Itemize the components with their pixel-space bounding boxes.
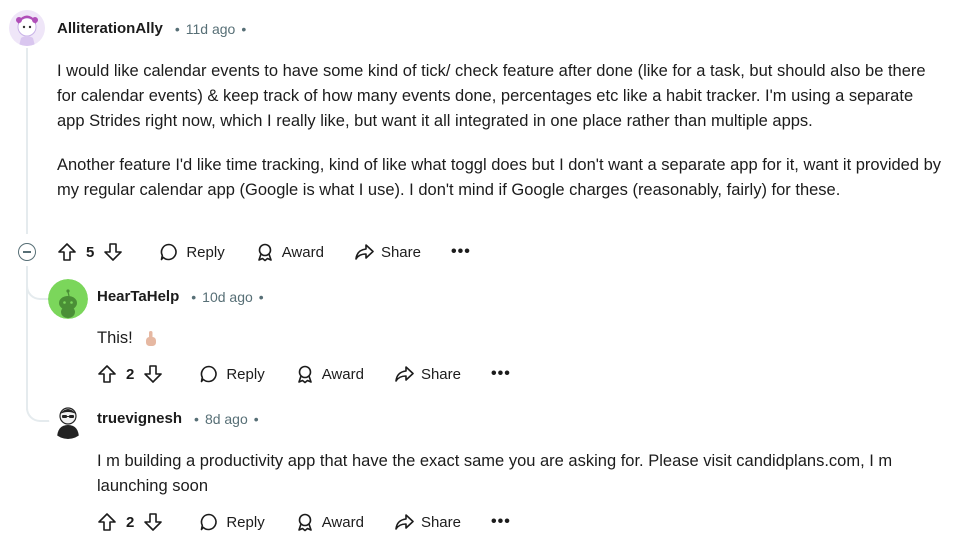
downvote-icon[interactable]	[143, 364, 163, 384]
comment-paragraph: Another feature I'd like time tracking, …	[57, 156, 942, 199]
separator: •	[191, 288, 197, 305]
share-label: Share	[380, 243, 421, 261]
more-options-icon: •••	[450, 243, 471, 260]
share-button[interactable]: Share	[394, 364, 461, 384]
award-button[interactable]: Award	[295, 364, 364, 384]
comment-paragraph: I would like calendar events to have som…	[57, 62, 926, 130]
vote-count: 2	[126, 365, 135, 383]
comment-text: I m building a productivity app that hav…	[97, 452, 893, 495]
reply-label: Reply	[186, 243, 225, 261]
reply-bubble-icon	[161, 243, 178, 261]
thread-line-main	[26, 48, 28, 234]
separator: •	[174, 20, 180, 37]
comment-actions: 2 Reply Award Share •••	[97, 506, 541, 538]
upvote-icon[interactable]	[97, 512, 117, 532]
username[interactable]: AlliterationAlly	[57, 20, 163, 37]
reply-label: Reply	[226, 513, 265, 531]
more-options-button[interactable]: •••	[491, 365, 511, 383]
award-label: Award	[321, 513, 364, 531]
avatar-heartahelp-icon	[48, 279, 88, 319]
more-options-button[interactable]: •••	[451, 243, 471, 261]
share-label: Share	[420, 513, 461, 531]
comment-body: I would like calendar events to have som…	[57, 59, 942, 203]
share-arrow-icon	[355, 244, 374, 260]
reply-button[interactable]: Reply	[199, 512, 265, 532]
timestamp[interactable]: 11d ago	[186, 21, 236, 37]
comment-header: HearTaHelp • 10d ago •	[97, 288, 264, 305]
comment-text: This!	[97, 329, 133, 347]
username[interactable]: truevignesh	[97, 410, 182, 427]
vote-controls: 2	[97, 364, 163, 384]
more-options-button[interactable]: •••	[491, 513, 511, 531]
downvote-icon[interactable]	[103, 242, 123, 262]
avatar[interactable]	[49, 401, 87, 439]
reply-bubble-icon	[201, 513, 218, 531]
pointing-finger-emoji-icon	[146, 330, 157, 346]
separator: •	[258, 288, 264, 305]
award-icon	[257, 243, 272, 262]
reply-bubble-icon	[201, 365, 218, 383]
comment-header: truevignesh • 8d ago •	[97, 410, 259, 427]
reply-button[interactable]: Reply	[159, 242, 225, 262]
share-button[interactable]: Share	[354, 242, 421, 262]
award-label: Award	[281, 243, 324, 261]
username[interactable]: HearTaHelp	[97, 288, 179, 305]
upvote-icon[interactable]	[97, 364, 117, 384]
comment-header: AlliterationAlly • 11d ago •	[57, 20, 246, 37]
share-arrow-icon	[395, 366, 414, 382]
award-label: Award	[321, 365, 364, 383]
collapse-thread-button[interactable]	[18, 243, 36, 261]
vote-count: 2	[126, 513, 135, 531]
upvote-icon[interactable]	[57, 242, 77, 262]
share-button[interactable]: Share	[394, 512, 461, 532]
comment-body: I m building a productivity app that hav…	[97, 449, 942, 499]
downvote-icon[interactable]	[143, 512, 163, 532]
avatar[interactable]	[9, 10, 45, 46]
vote-controls: 2	[97, 512, 163, 532]
more-options-icon: •••	[490, 513, 511, 530]
reply-label: Reply	[226, 365, 265, 383]
separator: •	[241, 20, 247, 37]
vote-controls: 5	[57, 242, 123, 262]
comment-body: This!	[97, 326, 159, 351]
thread-connector-1	[26, 270, 50, 300]
vote-count: 5	[86, 243, 95, 261]
award-icon	[297, 513, 312, 532]
reply-button[interactable]: Reply	[199, 364, 265, 384]
minus-icon	[23, 251, 31, 253]
share-arrow-icon	[395, 514, 414, 530]
timestamp[interactable]: 10d ago	[202, 289, 253, 305]
award-button[interactable]: Award	[295, 512, 364, 532]
separator: •	[194, 410, 199, 427]
timestamp[interactable]: 8d ago	[205, 411, 248, 427]
award-icon	[297, 365, 312, 384]
share-label: Share	[420, 365, 461, 383]
separator: •	[253, 410, 259, 427]
more-options-icon: •••	[490, 365, 511, 382]
avatar-alliterationally-icon	[9, 10, 45, 46]
comment-actions: 2 Reply Award Share •••	[97, 358, 541, 390]
avatar-truevignesh-icon	[49, 401, 87, 439]
comment-actions: 5 Reply Award Share •••	[57, 236, 501, 268]
award-button[interactable]: Award	[255, 242, 324, 262]
avatar[interactable]	[48, 279, 88, 319]
thread-connector-2	[26, 392, 50, 422]
